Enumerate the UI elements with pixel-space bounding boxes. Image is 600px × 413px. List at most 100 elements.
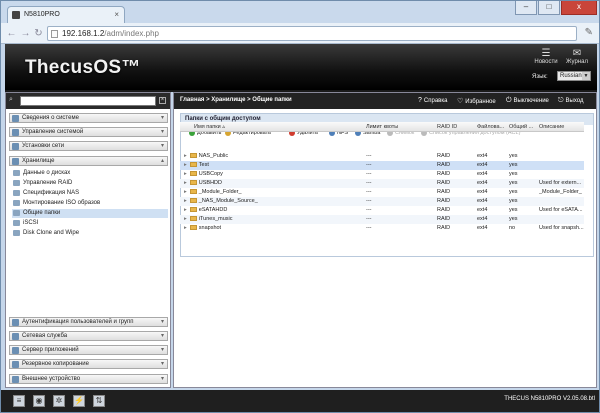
close-window-button[interactable]: x <box>561 1 597 15</box>
sidebar-section-system-info[interactable]: Сведения о системе ▾ <box>9 113 168 123</box>
minimize-button[interactable]: – <box>515 1 537 15</box>
column-header-desc[interactable]: Описание <box>539 122 583 132</box>
maximize-button[interactable]: □ <box>538 1 560 15</box>
table-row[interactable]: ▸ NAS_Public --- RAID ext4 yes <box>180 152 584 161</box>
sidebar-section-network[interactable]: Установки сети ▾ <box>9 141 168 151</box>
cell-fs: ext4 <box>477 189 488 195</box>
cell-quota: --- <box>366 216 372 222</box>
power-icon: ⏻ <box>506 97 512 104</box>
folder-name: NAS_Public <box>198 153 229 159</box>
expand-icon[interactable]: ▸ <box>184 171 187 177</box>
disk-icon <box>13 170 20 176</box>
table-row[interactable]: ▸ _Module_Folder_ --- RAID ext4 yes _Module_Fo… <box>180 188 584 197</box>
expand-icon[interactable]: ▸ <box>184 189 187 195</box>
cell-desc: Used for snapsh... <box>539 225 584 231</box>
menu-icon[interactable]: ≡ <box>13 395 25 407</box>
wrench-icon[interactable]: ✎ <box>585 27 593 38</box>
favorites-label: Избранное <box>465 99 496 105</box>
cell-fs: ext4 <box>477 198 488 204</box>
sidebar-item-label: Управление RAID <box>23 180 73 186</box>
table-row[interactable]: ▸ snapshot --- RAID ext4 no Used for snapsh... <box>180 224 584 233</box>
sidebar-section-network-service[interactable]: Сетевая служба ▾ <box>9 331 168 341</box>
column-header-name[interactable]: Имя папки ▵ <box>194 122 344 132</box>
folder-icon <box>189 189 197 194</box>
sidebar-item-iso-mount[interactable]: Монтирование ISO образов <box>12 199 168 208</box>
sidebar-section-app-server[interactable]: Сервер приложений ▾ <box>9 345 168 355</box>
favorites-link[interactable]: ♡ Избранное <box>457 97 496 105</box>
reload-icon[interactable]: ↻ <box>32 27 45 40</box>
forward-icon[interactable]: → <box>19 27 32 40</box>
help-icon: ? <box>418 97 422 104</box>
address-bar[interactable]: 192.168.1.2/adm/index.php <box>47 26 577 41</box>
folder-name: USBCopy <box>198 171 223 177</box>
sidebar-section-storage[interactable]: Хранилище ▴ <box>9 156 168 166</box>
sidebar-item-nas-spec[interactable]: Спецификация NAS <box>12 189 168 198</box>
clear-search-icon[interactable]: × <box>159 97 166 104</box>
fan-icon[interactable]: ✲ <box>53 395 65 407</box>
table-row[interactable]: ▸ eSATAHDD --- RAID ext4 yes Used for eSATA... <box>180 206 584 215</box>
sidebar-item-shared-folders[interactable]: Общие папки <box>12 209 168 218</box>
logout-link[interactable]: ⎋ Выход <box>558 97 584 105</box>
backup-icon <box>12 361 19 368</box>
sidebar-item-disk-clone[interactable]: Disk Clone and Wipe <box>12 229 168 238</box>
cell-fs: ext4 <box>477 207 488 213</box>
sidebar: ⌕ × Сведения о системе ▾ Управление сист… <box>5 92 171 388</box>
column-header-fs[interactable]: Файлова... <box>477 122 509 132</box>
cell-name: ▸ Test <box>184 161 354 170</box>
column-header-raid[interactable]: RAID ID <box>437 122 473 132</box>
language-select[interactable]: Russian ▼ <box>557 71 591 81</box>
folder-icon <box>189 162 197 167</box>
table-row[interactable]: ▸ USBCopy --- RAID ext4 yes <box>180 170 584 179</box>
sidebar-search-input[interactable] <box>20 96 156 106</box>
folder-name: Test <box>198 162 209 168</box>
cell-fs: ext4 <box>477 171 488 177</box>
cell-desc: _Module_Folder_ <box>539 189 582 195</box>
expand-icon[interactable]: ▸ <box>184 198 187 204</box>
table-row[interactable]: ▸ _NAS_Module_Source_ --- RAID ext4 yes <box>180 197 584 206</box>
sidebar-section-auth[interactable]: Аутентификация пользователей и групп ▾ <box>9 317 168 327</box>
cell-fs: ext4 <box>477 162 488 168</box>
table-row[interactable]: ▸ USBHDD --- RAID ext4 yes Used for extern... <box>180 179 584 188</box>
sidebar-section-label: Сервер приложений <box>22 347 79 353</box>
sidebar-item-raid[interactable]: Управление RAID <box>12 179 168 188</box>
expand-icon[interactable]: ▸ <box>184 207 187 213</box>
tab-close-icon[interactable]: × <box>114 7 119 22</box>
cell-fs: ext4 <box>477 180 488 186</box>
cell-raid: RAID <box>437 162 451 168</box>
expand-icon[interactable]: ▸ <box>184 180 187 186</box>
sidebar-item-iscsi[interactable]: iSCSI <box>12 219 168 228</box>
disk-status-icon[interactable]: ◉ <box>33 395 45 407</box>
sidebar-section-system-management[interactable]: Управление системой ▾ <box>9 127 168 137</box>
folder-name: eSATAHDD <box>198 207 228 213</box>
sidebar-section-label: Установки сети <box>22 143 65 149</box>
shutdown-link[interactable]: ⏻ Выключение <box>506 97 549 105</box>
temperature-icon[interactable]: ⚡ <box>73 395 85 407</box>
sidebar-item-label: Общие папки <box>23 210 61 216</box>
app-server-icon <box>12 347 19 354</box>
main-topbar: Главная > Хранилище > Общие папки ? Справ… <box>174 93 596 109</box>
back-icon[interactable]: ← <box>5 27 18 40</box>
column-header-shared[interactable]: Общий ... <box>509 122 537 132</box>
news-label: Новости <box>534 59 558 65</box>
column-header-label: Имя папки <box>194 124 221 130</box>
sidebar-section-external-device[interactable]: Внешнее устройство ▾ <box>9 374 168 384</box>
cell-raid: RAID <box>437 171 451 177</box>
help-link[interactable]: ? Справка <box>418 97 447 104</box>
journal-link[interactable]: ✉ Журнал <box>563 48 591 65</box>
browser-tab[interactable]: N5810PRO × <box>7 6 125 23</box>
expand-icon[interactable]: ▸ <box>184 216 187 222</box>
expand-icon[interactable]: ▸ <box>184 225 187 231</box>
column-header-quota[interactable]: Лимит квоты <box>366 122 426 132</box>
table-row[interactable]: ▸ Test --- RAID ext4 yes <box>180 161 584 170</box>
chevron-down-icon: ▾ <box>160 376 164 382</box>
expand-icon[interactable]: ▸ <box>184 162 187 168</box>
table-row[interactable]: ▸ iTunes_music --- RAID ext4 yes <box>180 215 584 224</box>
cell-quota: --- <box>366 153 372 159</box>
sidebar-item-disk-info[interactable]: Данные о дисках <box>12 169 168 178</box>
sidebar-section-backup[interactable]: Резервное копирование ▾ <box>9 359 168 369</box>
chevron-down-icon: ▼ <box>582 72 590 80</box>
network-status-icon[interactable]: ⇅ <box>93 395 105 407</box>
expand-icon[interactable]: ▸ <box>184 153 187 159</box>
news-link[interactable]: ☰ Новости <box>532 48 560 65</box>
cell-raid: RAID <box>437 225 451 231</box>
